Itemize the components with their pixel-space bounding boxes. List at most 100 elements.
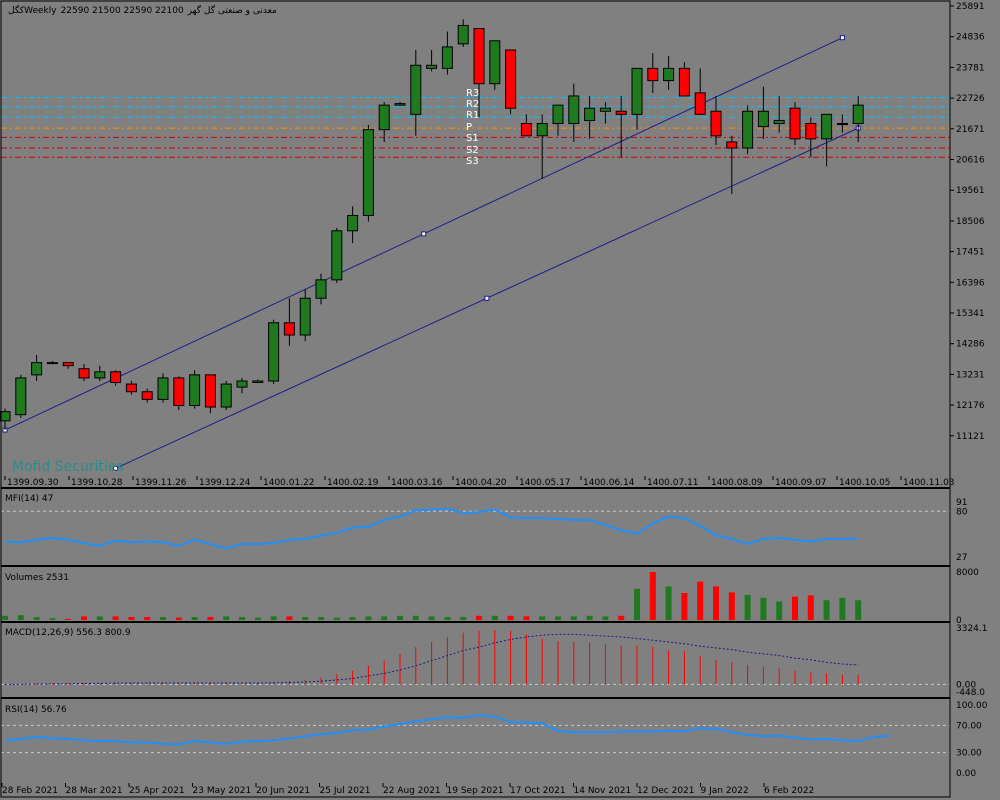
price-panel: R3R2R1PS1S2S3 xyxy=(0,19,950,471)
date-tick-label: 1399.12.24 xyxy=(199,478,251,488)
volume-bar xyxy=(49,618,56,620)
rsi-label: RSI(14) 56.76 xyxy=(5,705,67,715)
rsi-tick-label: 30.00 xyxy=(956,749,982,759)
volume-bar xyxy=(507,615,514,620)
macd-label: MACD(12,26,9) 556.3 800.9 xyxy=(5,628,131,638)
pivot-label-r3: R3 xyxy=(466,88,479,99)
volume-bar xyxy=(333,617,340,620)
candle-bull xyxy=(568,95,580,125)
volume-bar xyxy=(444,617,451,620)
candle-bull xyxy=(663,67,675,82)
candle-bull xyxy=(15,377,27,416)
candle-bear xyxy=(694,92,706,115)
volume-bar xyxy=(318,617,324,620)
date-tick-label: 1400.04.20 xyxy=(455,478,507,488)
price-tick-label: 12176 xyxy=(956,401,985,411)
volume-bar xyxy=(381,616,388,620)
bottom-date-label: 25 Apr 2021 xyxy=(129,786,185,796)
candle-bull xyxy=(836,123,848,126)
bottom-date-label: 14 Nov 2021 xyxy=(574,786,632,796)
rsi-tick-label: 70.00 xyxy=(956,721,982,731)
candle-bull xyxy=(94,371,106,379)
mfi-tick-label: 91 xyxy=(956,498,967,508)
instrument-description: معدنی و صنعتی گل گهر xyxy=(187,4,277,16)
volume-bar xyxy=(270,616,277,620)
macd-tick-label: -448.0 xyxy=(956,688,985,698)
date-tick-label: 1400.09.07 xyxy=(775,478,827,488)
candle-bear xyxy=(62,362,74,367)
candle-bear xyxy=(520,123,532,137)
volume-bar xyxy=(728,592,735,620)
channel-upper-line-handle xyxy=(421,231,427,237)
date-tick-label: 1400.06.14 xyxy=(583,478,635,488)
volume-bar xyxy=(586,615,593,620)
volume-bar xyxy=(286,616,293,620)
volume-bar xyxy=(144,617,151,620)
volume-bar xyxy=(649,572,656,620)
volume-bar xyxy=(476,615,482,620)
candle-bull xyxy=(362,129,374,216)
candle-bear xyxy=(789,107,801,140)
candle-bull xyxy=(441,46,453,69)
candle-bear xyxy=(78,368,90,379)
rsi-tick-label: 100.00 xyxy=(956,701,988,711)
volume-panel xyxy=(2,572,862,620)
bottom-date-label: 19 Sep 2021 xyxy=(447,786,504,796)
candle-bear xyxy=(805,123,817,140)
candle-bear xyxy=(125,383,137,393)
volume-bar xyxy=(618,615,625,620)
price-tick-label: 11121 xyxy=(956,432,985,442)
volume-tick-label: 8000 xyxy=(956,568,979,578)
date-tick-label: 1399.09.30 xyxy=(7,478,59,488)
candle-bull xyxy=(552,104,564,125)
mfi-panel xyxy=(1,507,950,550)
candle-bear xyxy=(110,371,122,384)
mfi-line xyxy=(4,507,859,550)
candle-bear xyxy=(283,322,295,336)
candle-bull xyxy=(236,380,248,388)
volume-bar xyxy=(697,581,704,620)
candle-bull xyxy=(457,24,469,45)
pivot-label-s3: S3 xyxy=(466,156,479,167)
mfi-tick-label: 27 xyxy=(956,553,967,563)
volume-bar xyxy=(254,617,261,620)
volume-bar xyxy=(397,615,403,620)
symbol-label: کگل xyxy=(8,4,25,16)
price-tick-label: 21671 xyxy=(956,125,985,135)
candle-bull xyxy=(821,113,833,140)
pivot-label-r2: R2 xyxy=(466,99,479,110)
price-tick-label: 23781 xyxy=(956,63,985,73)
pivot-label-r1: R1 xyxy=(466,110,479,121)
price-tick-label: 15341 xyxy=(956,309,985,319)
price-tick-label: 13231 xyxy=(956,370,985,380)
bottom-date-label: 25 Jul 2021 xyxy=(320,786,371,796)
volume-bar xyxy=(128,617,135,620)
volume-bar xyxy=(33,617,40,620)
candle-bull xyxy=(378,104,390,131)
macd-panel xyxy=(1,630,950,685)
candle-bull xyxy=(426,64,438,69)
candle-bear xyxy=(615,110,627,115)
volume-bar xyxy=(191,617,198,620)
bottom-date-label: 9 Jan 2022 xyxy=(701,786,749,796)
timeframe-label: Weekly xyxy=(24,6,57,16)
candle-bull xyxy=(331,230,343,281)
volume-bar xyxy=(81,616,87,620)
price-tick-label: 20616 xyxy=(956,156,985,166)
rsi-line xyxy=(4,714,890,746)
pivot-label-s2: S2 xyxy=(466,145,479,156)
candle-bear xyxy=(204,374,216,408)
date-tick-label: 1400.08.09 xyxy=(711,478,763,488)
volume-bar xyxy=(349,617,356,620)
bottom-date-label: 23 May 2021 xyxy=(193,786,252,796)
volume-bar xyxy=(160,617,166,620)
price-tick-label: 25891 xyxy=(956,2,985,12)
rsi-tick-label: 0.00 xyxy=(956,769,976,779)
volume-bar xyxy=(807,595,814,620)
rsi-panel xyxy=(1,714,950,754)
volume-bar xyxy=(223,616,230,620)
date-tick-label: 1400.01.22 xyxy=(263,478,315,488)
price-tick-label: 24836 xyxy=(956,33,985,43)
volume-bar xyxy=(744,594,751,620)
candle-bull xyxy=(742,110,754,149)
